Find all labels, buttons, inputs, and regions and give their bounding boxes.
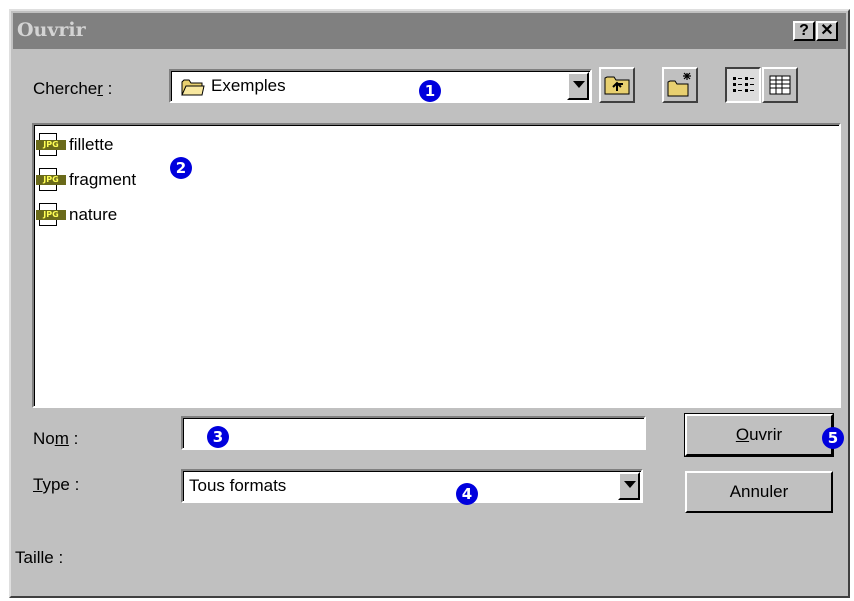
list-view-icon xyxy=(733,77,754,92)
marker-2: 2 xyxy=(170,157,192,179)
window-title: Ouvrir xyxy=(17,19,86,41)
file-item[interactable]: JPG fillette xyxy=(36,131,113,159)
marker-1: 1 xyxy=(419,80,441,102)
type-label: Type : xyxy=(33,475,80,494)
type-combo[interactable]: Tous formats xyxy=(181,469,643,503)
file-name: nature xyxy=(69,205,118,224)
details-view-button[interactable] xyxy=(762,67,798,103)
file-name: fragment xyxy=(69,170,137,189)
marker-5: 5 xyxy=(822,427,844,449)
jpg-file-icon: JPG xyxy=(36,203,66,227)
title-bar[interactable]: Ouvrir ? ✕ xyxy=(13,13,846,49)
up-folder-icon xyxy=(604,76,630,95)
list-inner-border xyxy=(34,125,839,406)
file-item[interactable]: JPG fragment xyxy=(36,166,136,194)
marker-4: 4 xyxy=(456,483,478,505)
jpg-file-icon: JPG xyxy=(36,168,66,192)
type-dropdown-button[interactable] xyxy=(618,472,640,500)
list-view-button[interactable] xyxy=(725,67,761,103)
lookin-combo[interactable]: Exemples xyxy=(169,69,592,103)
marker-3: 3 xyxy=(207,426,229,448)
new-folder-icon xyxy=(667,72,691,97)
up-folder-button[interactable] xyxy=(599,67,635,103)
details-view-icon xyxy=(769,75,791,95)
lookin-label: Chercher : xyxy=(33,79,113,98)
file-item[interactable]: JPG nature xyxy=(36,201,117,229)
jpg-file-icon: JPG xyxy=(36,133,66,157)
lookin-dropdown-button[interactable] xyxy=(567,72,589,100)
new-folder-button[interactable] xyxy=(662,67,698,103)
open-button[interactable]: Ouvrir xyxy=(684,413,834,457)
type-value: Tous formats xyxy=(189,476,287,495)
size-label: Taille : xyxy=(15,548,64,567)
file-name: fillette xyxy=(69,135,114,154)
name-input-inner xyxy=(183,418,644,448)
lookin-value: Exemples xyxy=(211,76,286,95)
close-button[interactable]: ✕ xyxy=(816,21,838,41)
help-button[interactable]: ? xyxy=(793,21,815,41)
name-label: Nom : xyxy=(33,429,79,448)
folder-icon xyxy=(181,79,205,96)
cancel-button[interactable]: Annuler xyxy=(685,471,833,513)
file-list[interactable]: JPG fillette JPG fragment JPG nature xyxy=(32,123,841,408)
name-input[interactable] xyxy=(181,416,646,450)
